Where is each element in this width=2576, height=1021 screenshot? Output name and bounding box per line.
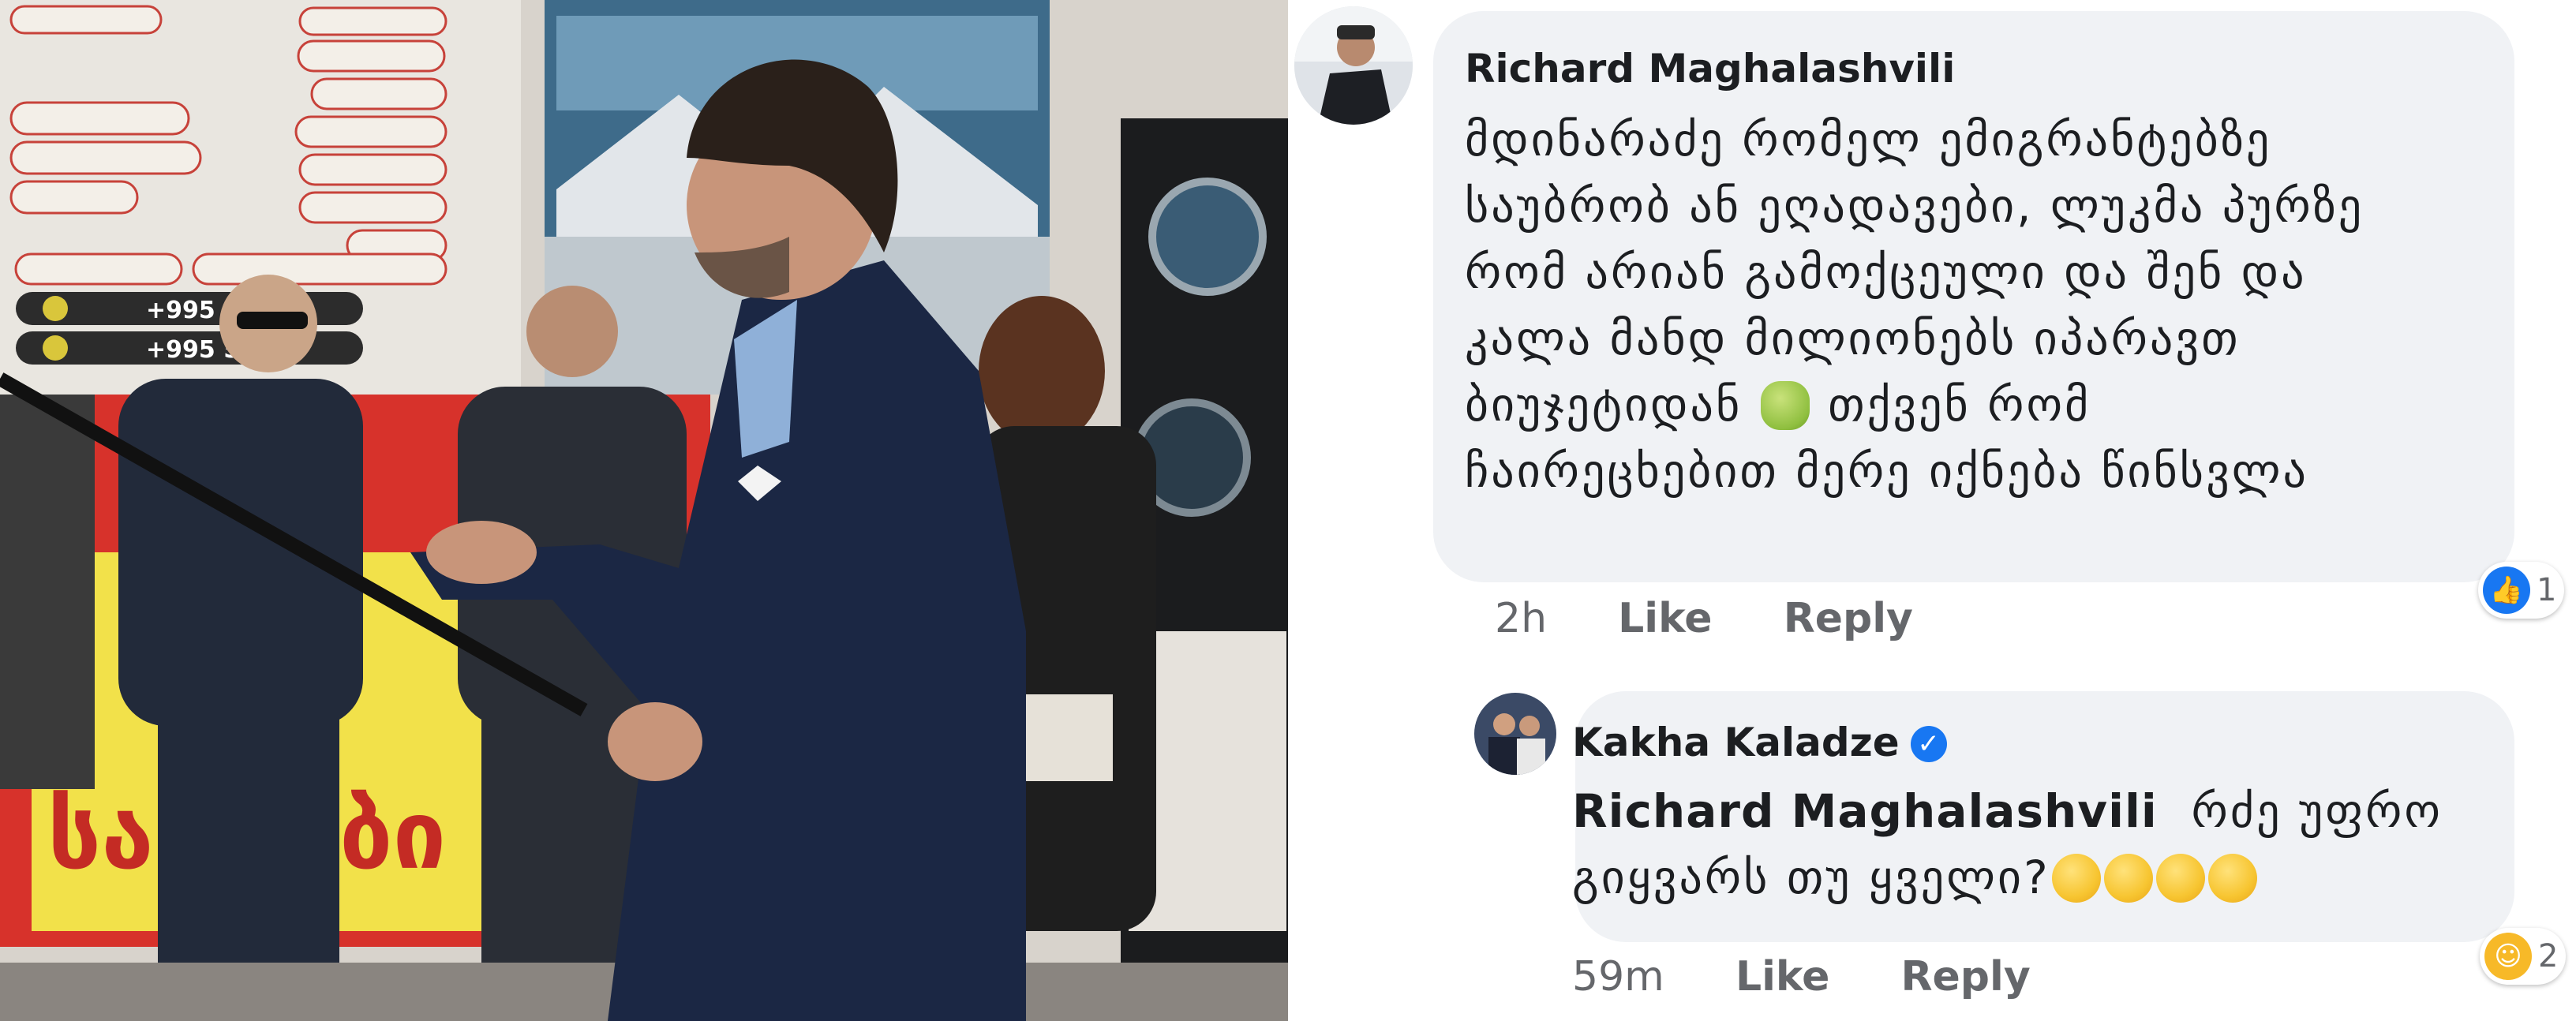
reply-button[interactable]: Reply (1784, 595, 1913, 642)
avatar[interactable] (1474, 693, 1556, 775)
reaction-summary[interactable]: ☺ 2 (2480, 928, 2567, 985)
tears-of-joy-emoji-icon (2051, 854, 2101, 903)
comment-timestamp[interactable]: 2h (1495, 595, 1547, 642)
comment-line-part: თქვენ რომ (1828, 378, 2091, 432)
comment-line: ჩაირეცხებით მერე იქნება წინსვლა (1465, 444, 2309, 498)
comment-line: გიყვარს თუ ყველი? (1572, 844, 2443, 911)
comment-line: კალა მანდ მილიონებს იპარავთ (1465, 312, 2241, 365)
comment-line-part: ბიუჯეტიდან (1465, 378, 1743, 432)
verified-badge-icon: ✓ (1910, 726, 1947, 762)
author-name[interactable]: Kakha Kaladze (1572, 720, 1900, 765)
comment-actions: 59m Like Reply (1572, 953, 2087, 1000)
comment-line: Richard Maghalashvili რძე უფრო (1572, 778, 2443, 844)
comment-author[interactable]: Kakha Kaladze ✓ (1572, 720, 1947, 765)
comment-line: ბიუჯეტიდან თქვენ რომ (1465, 372, 2364, 438)
like-icon: 👍 (2483, 567, 2530, 614)
like-button[interactable]: Like (1618, 595, 1712, 642)
reply-button[interactable]: Reply (1900, 953, 2030, 1000)
haha-icon: ☺ (2484, 933, 2532, 980)
mention-link[interactable]: Richard Maghalashvili (1572, 784, 2158, 838)
comment-actions: 2h Like Reply (1495, 595, 1970, 642)
avatar-image (1474, 693, 1556, 775)
comment-line: საუბრობ ან ეღადავები, ლუკმა პურზე (1465, 179, 2364, 233)
comment-line: მდინარაძე რომელ ემიგრანტებზე (1465, 113, 2272, 166)
comment-timestamp[interactable]: 59m (1572, 953, 1664, 1000)
reaction-count: 1 (2537, 572, 2557, 608)
comment-text: Richard Maghalashvili რძე უფრო გიყვარს თ… (1572, 778, 2443, 911)
comment-author[interactable]: Richard Maghalashvili (1465, 46, 1955, 92)
comment-line-part: გიყვარს თუ ყველი? (1572, 851, 2050, 904)
banner-text-2: ბი (339, 781, 446, 891)
avatar-image (1294, 6, 1413, 125)
photo-scene: +995 999 +995 599 სამა ბი (0, 0, 1288, 1021)
avatar[interactable] (1294, 6, 1413, 125)
comment-line: რომ არიან გამოქცეული და შენ და (1465, 245, 2307, 299)
tears-of-joy-emoji-icon (2207, 854, 2257, 903)
reaction-summary[interactable]: 👍 1 (2478, 562, 2565, 619)
author-name[interactable]: Richard Maghalashvili (1465, 46, 1955, 92)
comment-text: მდინარაძე რომელ ემიგრანტებზე საუბრობ ან … (1465, 107, 2364, 504)
news-photo: +995 999 +995 599 სამა ბი (0, 0, 1288, 1021)
like-button[interactable]: Like (1735, 953, 1829, 1000)
reaction-count: 2 (2538, 938, 2559, 974)
tears-of-joy-emoji-icon (2155, 854, 2205, 903)
facepalm-emoji-icon (1760, 381, 1810, 430)
comment-line-part: რძე უფრო (2191, 784, 2443, 838)
tears-of-joy-emoji-icon (2103, 854, 2153, 903)
comments-panel: Richard Maghalashvili მდინარაძე რომელ ემ… (1288, 0, 2576, 1021)
